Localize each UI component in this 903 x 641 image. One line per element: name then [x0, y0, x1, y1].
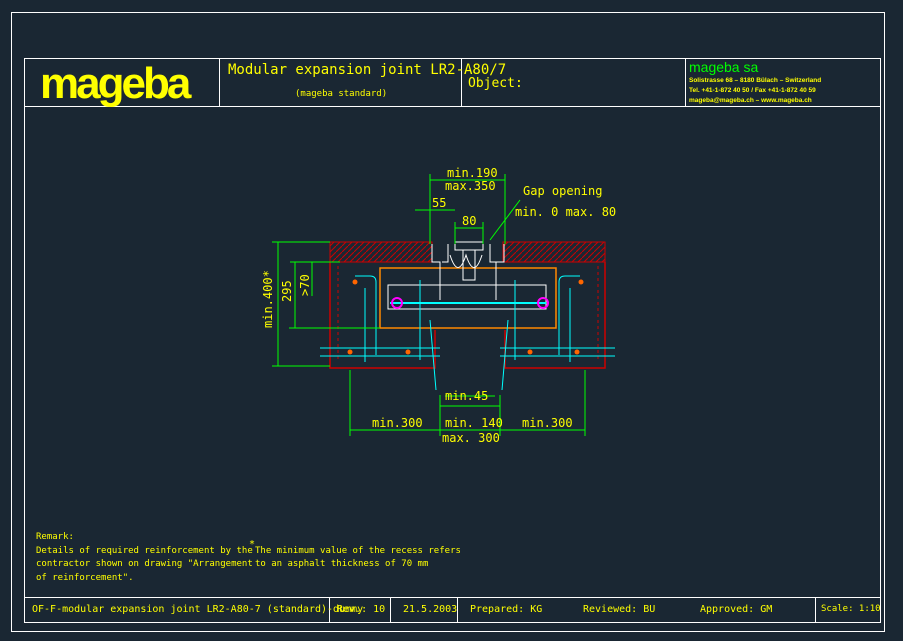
prepared-by: Prepared: KG	[470, 604, 543, 615]
dim-min300-right: min.300	[522, 416, 573, 430]
seal-profile	[449, 253, 483, 268]
dim-min400: min.400*	[261, 270, 275, 328]
dim-min140: min. 140	[445, 416, 503, 430]
date: 21.5.2003	[403, 604, 458, 615]
gap-range: min. 0 max. 80	[515, 205, 616, 219]
revision: Rev.: 10	[337, 604, 386, 615]
dim-min300-left: min.300	[372, 416, 423, 430]
dim-min45: min.45	[445, 389, 488, 403]
drawing-id: OF-F-modular expansion joint LR2-A80-7 (…	[32, 604, 364, 615]
concrete-left	[329, 262, 436, 369]
approved-by: Approved: GM	[700, 604, 773, 615]
dim-max300: max. 300	[442, 431, 500, 445]
gap-opening-label: Gap opening	[523, 184, 602, 198]
support-box	[379, 267, 557, 329]
remark-line2: contractor shown on drawing "Arrangement	[36, 559, 253, 569]
dim-70: >70	[298, 274, 312, 296]
dim-295: 295	[280, 280, 294, 302]
reviewed-by: Reviewed: BU	[583, 604, 656, 615]
dim-80: 80	[462, 214, 476, 228]
remark-line1: Details of required reinforcement by the	[36, 546, 253, 556]
support-beam	[387, 284, 547, 310]
asphalt-right	[502, 241, 606, 263]
dim-min190: min.190	[447, 166, 498, 180]
dim-55: 55	[432, 196, 446, 210]
asphalt-left	[329, 241, 433, 263]
note-line2: to an asphalt thickness of 70 mm	[255, 559, 429, 569]
remark-line3: of reinforcement".	[36, 573, 134, 583]
remark-heading: Remark:	[36, 532, 74, 542]
concrete-right	[504, 262, 606, 369]
note-line1: The minimum value of the recess refers	[255, 546, 461, 556]
scale: Scale: 1:10	[821, 604, 881, 614]
dim-max350: max.350	[445, 179, 496, 193]
